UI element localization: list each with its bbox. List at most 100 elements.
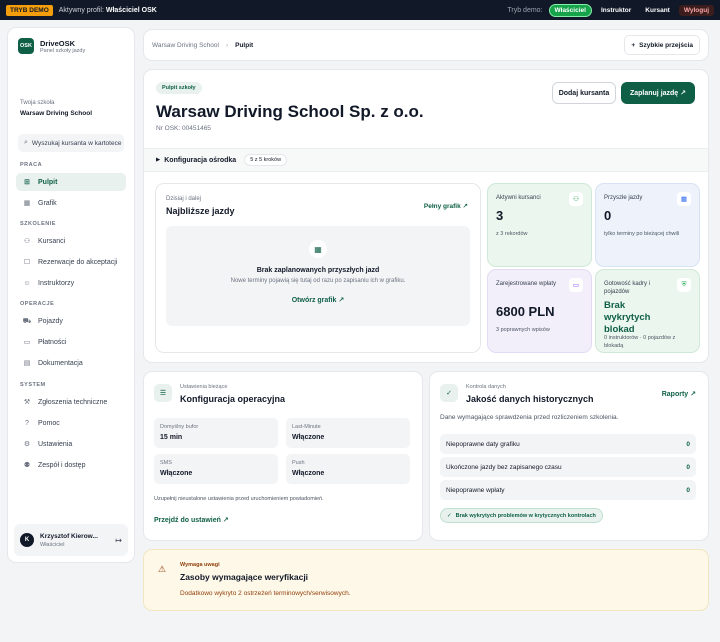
- stat-active-students: Aktywni kursanci ⚇ 3 z 3 rekordów: [488, 184, 591, 266]
- no-problems-badge: ✓ Brak wykrytych problemów w krytycznych…: [440, 508, 603, 523]
- sidebar-item-rezerwacje[interactable]: ☐ Rezerwacje do akceptacji: [16, 253, 126, 271]
- settings-subtitle: Ustawienia bieżące: [180, 384, 228, 390]
- calendar-icon: ▦: [677, 192, 691, 206]
- car-icon: ⛟: [22, 317, 32, 325]
- mode-instructor-button[interactable]: Instruktor: [596, 5, 636, 16]
- wallet-icon: ▭: [23, 339, 31, 346]
- stat-footnote: z 3 rekordów: [496, 231, 528, 237]
- sidebar-item-kursanci[interactable]: ⚇ Kursanci: [16, 232, 126, 250]
- add-student-button[interactable]: Dodaj kursanta: [552, 82, 616, 104]
- user-card[interactable]: K Krzysztof Kierow... Właściciel ↦: [14, 524, 128, 556]
- stat-label: Aktywni kursanci: [496, 195, 541, 201]
- arrow-up-right-icon: ↗: [338, 297, 345, 304]
- setting-tile: Push Włączone: [286, 454, 410, 484]
- schedule-title: Najbliższe jazdy: [166, 206, 235, 216]
- quality-row[interactable]: Niepoprawne daty grafiku 0: [440, 434, 696, 454]
- stat-value: Brak wykrytych blokad: [604, 300, 651, 335]
- alert-subtitle: Wymaga uwagi: [180, 562, 220, 568]
- section-system: SYSTEM: [20, 382, 46, 388]
- stat-label: Zarejestrowane wpłaty: [496, 281, 557, 287]
- sidebar: OSK DriveOSK Panel szkoły jazdy Twoja sz…: [8, 28, 134, 562]
- sidebar-item-ustawienia[interactable]: ⚙ Ustawienia: [16, 435, 126, 453]
- config-steps-badge: 5 z 5 kroków: [244, 154, 288, 166]
- calendar-icon: ▦: [309, 240, 327, 258]
- brand-logo: OSK: [18, 38, 34, 54]
- empty-title: Brak zaplanowanych przyszłych jazd: [256, 267, 380, 274]
- data-quality-card: ✓ Kontrola danych Jakość danych historyc…: [430, 372, 708, 540]
- brand-subtitle: Panel szkoły jazdy: [40, 47, 86, 54]
- brand[interactable]: OSK DriveOSK Panel szkoły jazdy: [18, 38, 85, 54]
- osk-number: Nr OSK: 00451465: [156, 125, 211, 132]
- config-toggle[interactable]: ▶ Konfiguracja ośrodka 5 z 5 kroków: [144, 148, 708, 172]
- schedule-subtitle: Dzisiaj i dalej: [166, 196, 202, 202]
- student-search-input[interactable]: ⌕ Wyszukaj kursanta w kartotece: [18, 134, 124, 152]
- plus-icon: +: [631, 41, 636, 49]
- breadcrumb-root[interactable]: Warsaw Driving School: [152, 42, 219, 49]
- arrow-up-right-icon: ↗: [690, 391, 696, 398]
- attention-alert: ⚠ Wymaga uwagi Zasoby wymagające weryfik…: [144, 550, 708, 610]
- quick-actions-button[interactable]: + Szybkie przejścia: [624, 35, 700, 55]
- user-role: Właściciel: [40, 541, 65, 548]
- full-schedule-link[interactable]: Pełny grafik ↗: [424, 202, 468, 210]
- sliders-icon: ☰: [154, 384, 172, 402]
- mode-student-button[interactable]: Kursant: [640, 5, 675, 16]
- shield-icon: ⛨: [677, 278, 691, 292]
- check-circle-icon: ✓: [447, 512, 452, 519]
- empty-state: ▦ Brak zaplanowanych przyszłych jazd Now…: [166, 226, 470, 326]
- sidebar-item-instruktorzy[interactable]: ☺ Instruktorzy: [16, 274, 126, 292]
- breadcrumb-current: Pulpit: [235, 41, 254, 49]
- stat-value: 3: [496, 208, 504, 223]
- sidebar-item-zgloszenia[interactable]: ⚒ Zgłoszenia techniczne: [16, 393, 126, 411]
- sidebar-item-dokumentacja[interactable]: ▤ Dokumentacja: [16, 354, 126, 372]
- avatar: K: [20, 533, 34, 547]
- users-icon: ⚇: [569, 192, 583, 206]
- sidebar-item-grafik[interactable]: ▦ Grafik: [16, 194, 126, 212]
- operational-config-card: ☰ Ustawienia bieżące Konfiguracja operac…: [144, 372, 422, 540]
- logout-icon[interactable]: ↦: [115, 536, 122, 545]
- sidebar-item-pojazdy[interactable]: ⛟ Pojazdy: [16, 312, 126, 330]
- school-label: Twoja szkoła: [20, 100, 55, 106]
- team-icon: ⚉: [23, 462, 31, 469]
- quality-title: Jakość danych historycznych: [466, 394, 594, 404]
- mode-owner-button[interactable]: Właściciel: [548, 3, 592, 17]
- empty-subtitle: Nowe terminy pojawią się tutaj od razu p…: [230, 278, 406, 284]
- stat-future-drives: Przyszłe jazdy ▦ 0 tylko terminy po bież…: [596, 184, 699, 266]
- plan-drive-button[interactable]: Zaplanuj jazdę ↗: [621, 82, 695, 104]
- caret-right-icon: ▶: [156, 157, 161, 163]
- sidebar-item-platnosci[interactable]: ▭ Płatności: [16, 333, 126, 351]
- check-circle-icon: ✓: [440, 384, 458, 402]
- help-icon: ?: [25, 419, 29, 427]
- sidebar-item-pulpit[interactable]: ⊞ Pulpit: [16, 173, 126, 191]
- stat-footnote: 3 poprawnych wpisów: [496, 327, 550, 333]
- demo-mode-label: Tryb demo:: [507, 6, 543, 14]
- stat-readiness: Gotowość kadry i pojazdów ⛨ Brak wykryty…: [596, 270, 699, 352]
- quality-description: Dane wymagające sprawdzenia przed rozlic…: [440, 414, 619, 421]
- sidebar-item-zespol[interactable]: ⚉ Zespół i dostęp: [16, 456, 126, 474]
- setting-tile: Last-Minute Włączone: [286, 418, 410, 448]
- search-placeholder: Wyszukaj kursanta w kartotece: [31, 139, 122, 147]
- wallet-icon: ▭: [569, 278, 583, 292]
- setting-tile: Domyślny bufor 15 min: [154, 418, 278, 448]
- section-szkolenie: SZKOLENIE: [20, 221, 56, 227]
- arrow-up-right-icon: ↗: [222, 517, 229, 524]
- alert-text: Dodatkowo wykryto 2 ostrzeżeń terminowyc…: [180, 590, 351, 597]
- demo-badge: TRYB DEMO: [6, 4, 53, 16]
- setting-tile: SMS Włączone: [154, 454, 278, 484]
- demo-mode-switcher: Tryb demo: Właściciel Instruktor Kursant…: [507, 3, 714, 17]
- open-schedule-link[interactable]: Otwórz grafik ↗: [166, 296, 470, 304]
- logout-button[interactable]: Wyloguj: [678, 4, 714, 16]
- document-icon: ▤: [23, 360, 31, 367]
- quality-row[interactable]: Ukończone jazdy bez zapisanego czasu 0: [440, 457, 696, 477]
- quality-row[interactable]: Niepoprawne wpłaty 0: [440, 480, 696, 500]
- alert-title: Zasoby wymagające weryfikacji: [180, 572, 309, 582]
- go-to-settings-link[interactable]: Przejdź do ustawień ↗: [154, 516, 229, 524]
- reports-link[interactable]: Raporty ↗: [662, 390, 696, 398]
- stat-label: Gotowość kadry i pojazdów: [604, 281, 651, 295]
- users-icon: ⚇: [23, 238, 31, 245]
- section-praca: PRACA: [20, 162, 43, 168]
- sidebar-item-pomoc[interactable]: ? Pomoc: [16, 414, 126, 432]
- arrow-up-right-icon: ↗: [462, 203, 468, 210]
- page-title: Warsaw Driving School Sp. z o.o.: [156, 102, 424, 121]
- settings-title: Konfiguracja operacyjna: [180, 394, 286, 404]
- dashboard-icon: ⊞: [24, 179, 30, 186]
